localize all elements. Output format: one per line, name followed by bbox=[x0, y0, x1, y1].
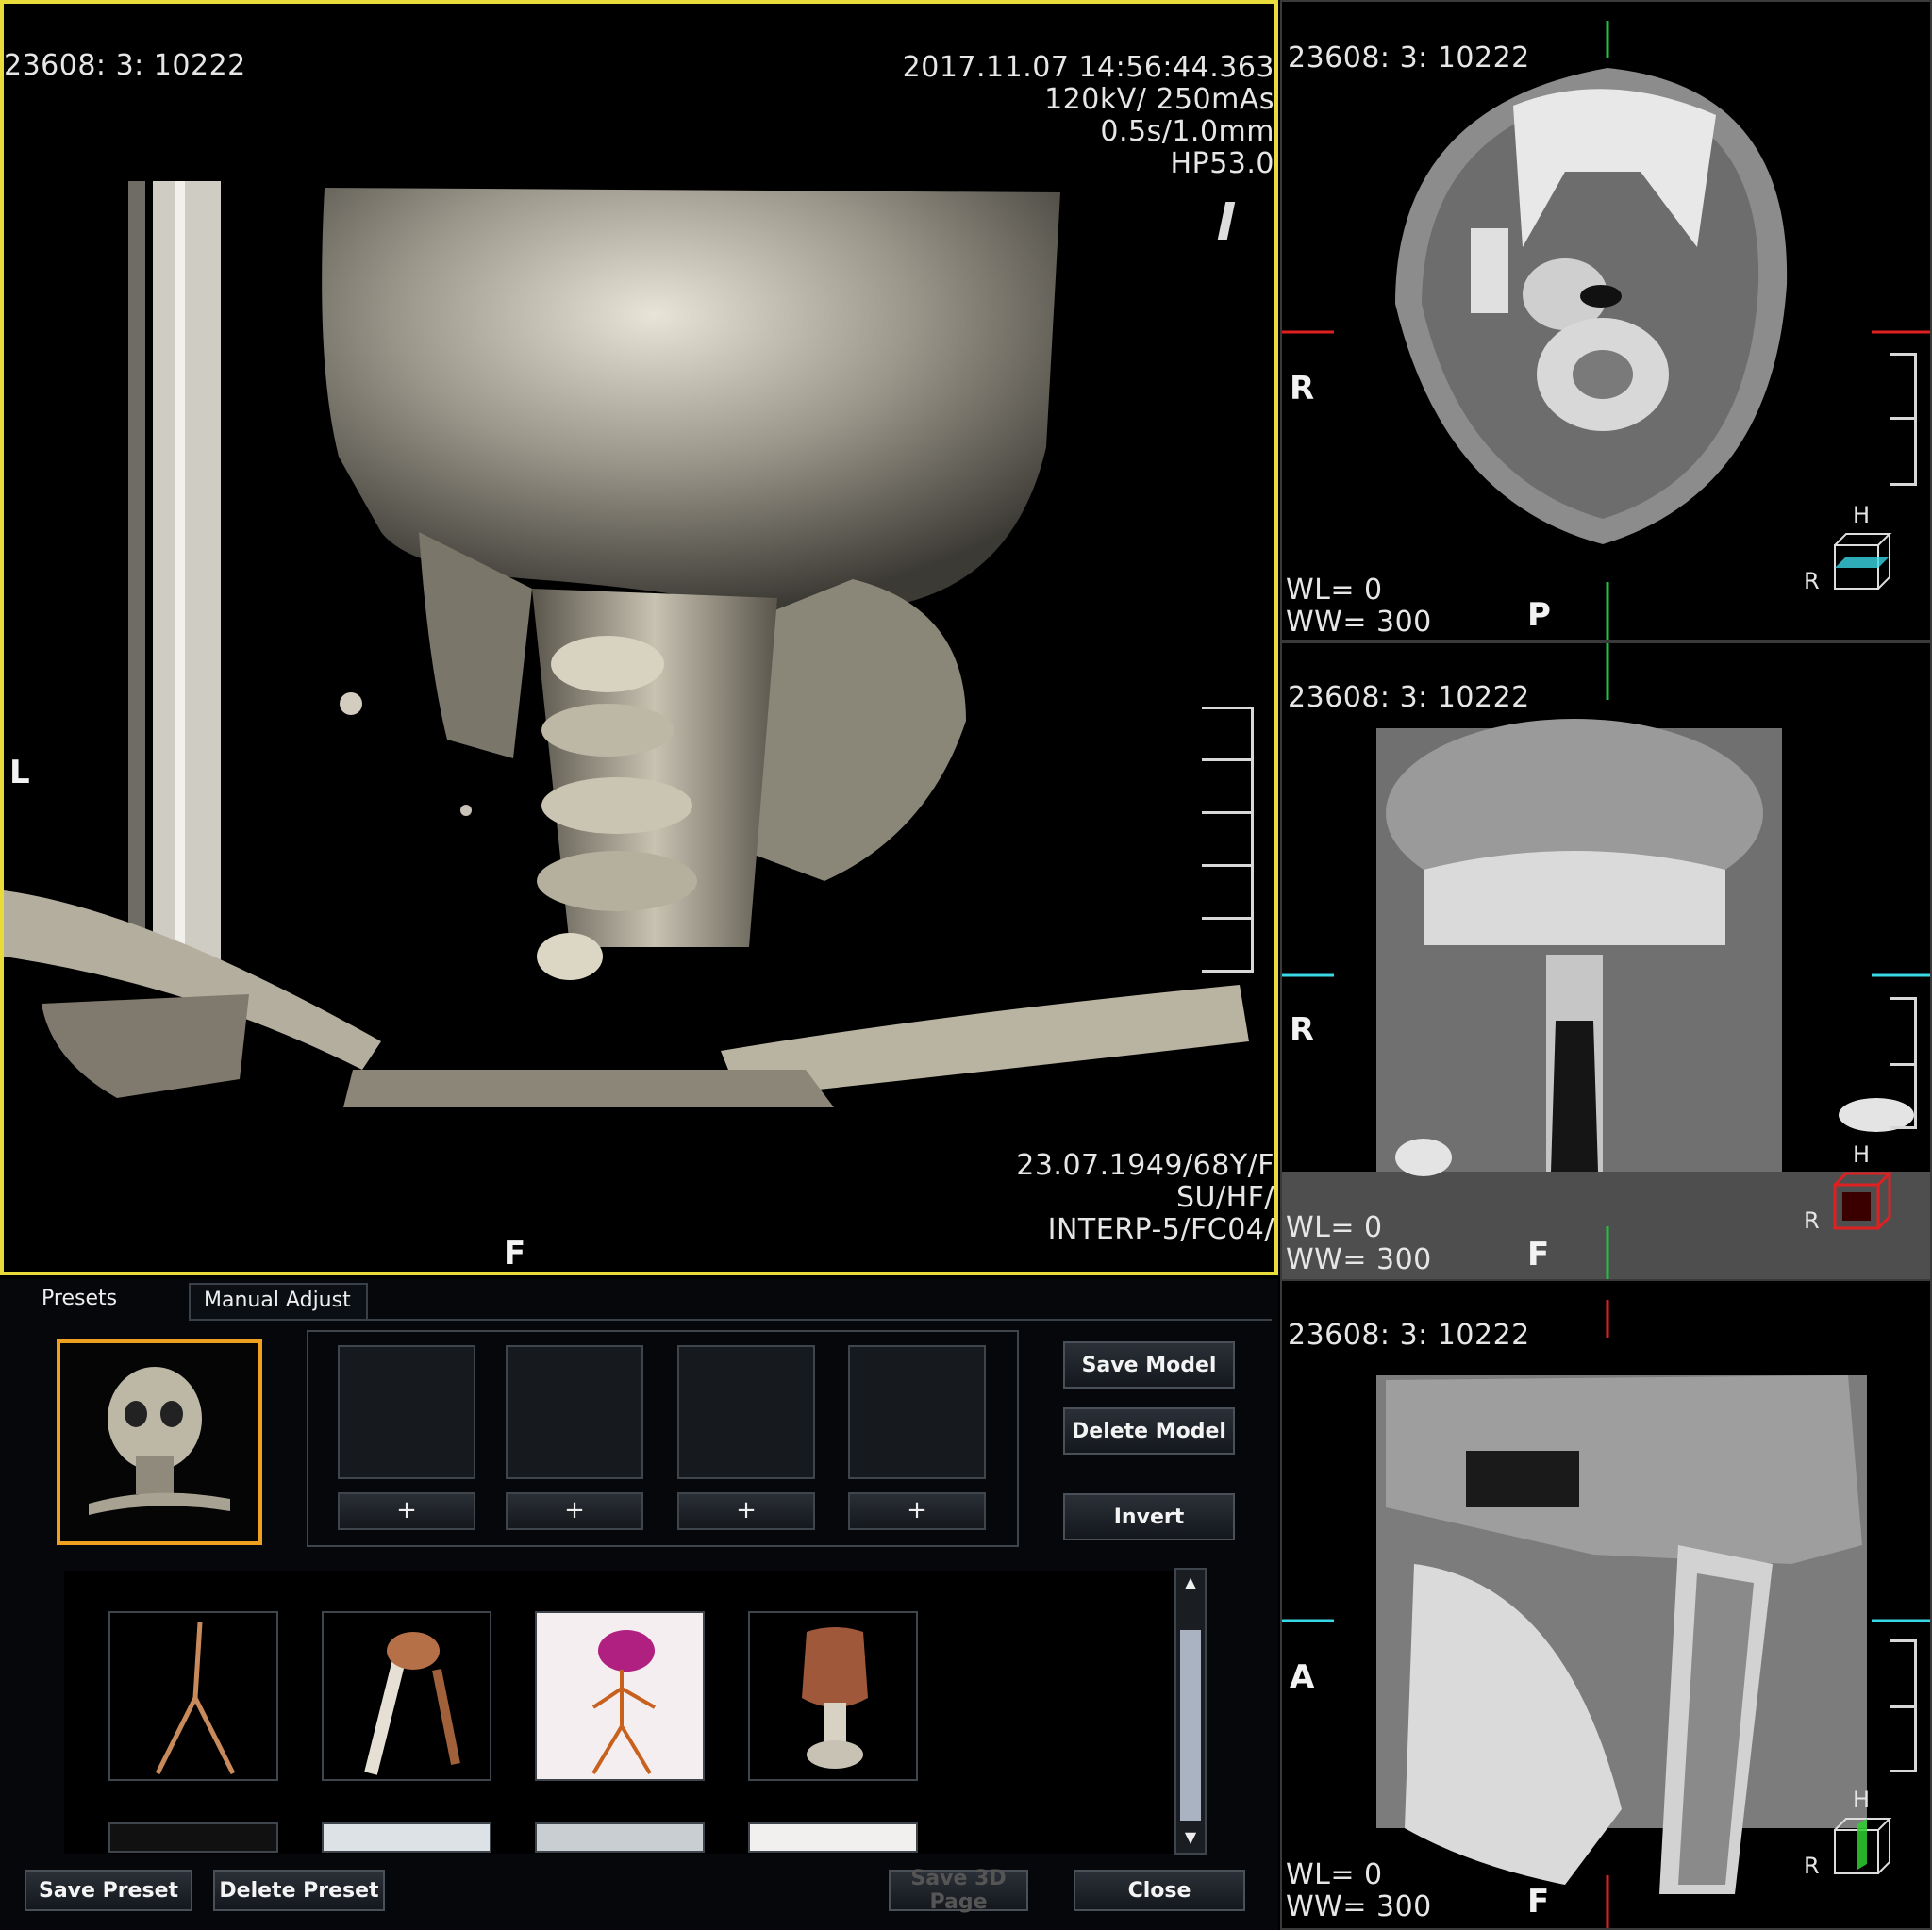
main-3d-viewport[interactable]: 23608: 3: 10222 2017.11.07 14:56:44.363 … bbox=[0, 0, 1278, 1275]
exposure-info: 120kV/ 250mAs bbox=[1044, 83, 1274, 116]
orientation-cube-top: H bbox=[1853, 502, 1871, 528]
series-id: 23608: 3: 10222 bbox=[1288, 1319, 1530, 1352]
orientation-cube-top: H bbox=[1853, 1787, 1871, 1813]
patient-info: 23.07.1949/68Y/F bbox=[1016, 1149, 1274, 1182]
window-width: WW= 300 bbox=[1286, 1890, 1432, 1923]
coronal-viewport[interactable]: 23608: 3: 10222 R F WL= 0 WW= 300 H R bbox=[1280, 641, 1932, 1281]
preset-thumbnail-row2-2[interactable] bbox=[322, 1822, 491, 1853]
skull-thumbnail-image bbox=[60, 1343, 258, 1541]
orientation-bottom-label: F bbox=[1527, 1883, 1550, 1921]
close-button[interactable]: Close bbox=[1074, 1870, 1245, 1911]
model-slot-1[interactable] bbox=[338, 1345, 475, 1479]
add-model-1-button[interactable]: + bbox=[338, 1492, 475, 1530]
orientation-left-label: R bbox=[1290, 1011, 1315, 1049]
add-model-3-button[interactable]: + bbox=[677, 1492, 815, 1530]
kernel-info: HP53.0 bbox=[1170, 147, 1274, 180]
acquisition-datetime: 2017.11.07 14:56:44.363 bbox=[902, 51, 1274, 84]
orientation-bottom-label: F bbox=[504, 1235, 526, 1273]
angio-image bbox=[591, 1630, 656, 1775]
tab-presets[interactable]: Presets bbox=[28, 1283, 189, 1321]
3d-skull-render bbox=[4, 181, 1249, 1107]
shoulder-image bbox=[364, 1632, 460, 1775]
series-id: 23608: 3: 10222 bbox=[1288, 42, 1530, 75]
window-width: WW= 300 bbox=[1286, 606, 1432, 639]
model-slot-4[interactable] bbox=[848, 1345, 986, 1479]
save-3d-page-button[interactable]: Save 3D Page bbox=[889, 1867, 1028, 1914]
orientation-cube-icon[interactable] bbox=[1829, 1815, 1895, 1881]
ribcage-image bbox=[802, 1627, 868, 1769]
tab-divider bbox=[189, 1319, 1272, 1321]
preset-thumbnail-row2-1[interactable] bbox=[108, 1822, 278, 1853]
invert-button[interactable]: Invert bbox=[1063, 1493, 1235, 1540]
save-preset-button[interactable]: Save Preset bbox=[25, 1870, 192, 1911]
preset-thumbnail-row2-3[interactable] bbox=[535, 1822, 705, 1853]
model-slot-3[interactable] bbox=[677, 1345, 815, 1479]
scroll-down-arrow-icon[interactable]: ▼ bbox=[1180, 1828, 1201, 1849]
window-level: WL= 0 bbox=[1286, 574, 1383, 607]
delete-preset-button[interactable]: Delete Preset bbox=[213, 1870, 385, 1911]
series-id: 23608: 3: 10222 bbox=[1288, 681, 1530, 714]
model-slot-2[interactable] bbox=[506, 1345, 643, 1479]
orientation-cube-top: H bbox=[1853, 1141, 1871, 1168]
sagittal-viewport[interactable]: 23608: 3: 10222 A F WL= 0 WW= 300 H R bbox=[1280, 1279, 1932, 1930]
scroll-up-arrow-icon[interactable]: ▲ bbox=[1180, 1573, 1201, 1594]
axial-viewport[interactable]: 23608: 3: 10222 R P WL= 0 WW= 300 H R bbox=[1280, 0, 1932, 641]
orientation-bottom-label: F bbox=[1527, 1236, 1550, 1273]
window-level: WL= 0 bbox=[1286, 1211, 1383, 1244]
timing-info: 0.5s/1.0mm bbox=[1100, 115, 1274, 148]
preset-thumbnail-ribcage[interactable] bbox=[748, 1611, 918, 1781]
series-id: 23608: 3: 10222 bbox=[4, 49, 246, 82]
leg-vessels-image bbox=[155, 1622, 236, 1775]
save-model-button[interactable]: Save Model bbox=[1063, 1341, 1235, 1389]
orientation-cube-left: R bbox=[1804, 1207, 1821, 1234]
window-width: WW= 300 bbox=[1286, 1243, 1432, 1276]
window-level: WL= 0 bbox=[1286, 1858, 1383, 1891]
delete-model-button[interactable]: Delete Model bbox=[1063, 1407, 1235, 1455]
orientation-left-label: L bbox=[9, 754, 30, 791]
orientation-bottom-label: P bbox=[1527, 596, 1551, 634]
orientation-cube-icon[interactable] bbox=[1829, 1170, 1895, 1236]
tab-manual-adjust[interactable]: Manual Adjust bbox=[189, 1283, 368, 1321]
patient-orientation: SU/HF/ bbox=[1175, 1181, 1274, 1214]
orientation-left-label: A bbox=[1290, 1658, 1315, 1696]
orientation-cube-left: R bbox=[1804, 1853, 1821, 1879]
preset-thumbnail-row2-4[interactable] bbox=[748, 1822, 918, 1853]
scrollbar-thumb[interactable] bbox=[1180, 1630, 1201, 1821]
recon-info: INTERP-5/FC04/ bbox=[1047, 1213, 1274, 1246]
preset-thumbnail-shoulder[interactable] bbox=[322, 1611, 491, 1781]
orientation-cube-icon[interactable] bbox=[1829, 530, 1895, 596]
orientation-cube-left: R bbox=[1804, 568, 1821, 594]
add-model-2-button[interactable]: + bbox=[506, 1492, 643, 1530]
add-model-4-button[interactable]: + bbox=[848, 1492, 986, 1530]
preset-thumbnail-leg-vessels[interactable] bbox=[108, 1611, 278, 1781]
current-preset-thumbnail[interactable] bbox=[57, 1339, 262, 1545]
preset-thumbnail-angio[interactable] bbox=[535, 1611, 705, 1781]
orientation-left-label: R bbox=[1290, 370, 1315, 408]
